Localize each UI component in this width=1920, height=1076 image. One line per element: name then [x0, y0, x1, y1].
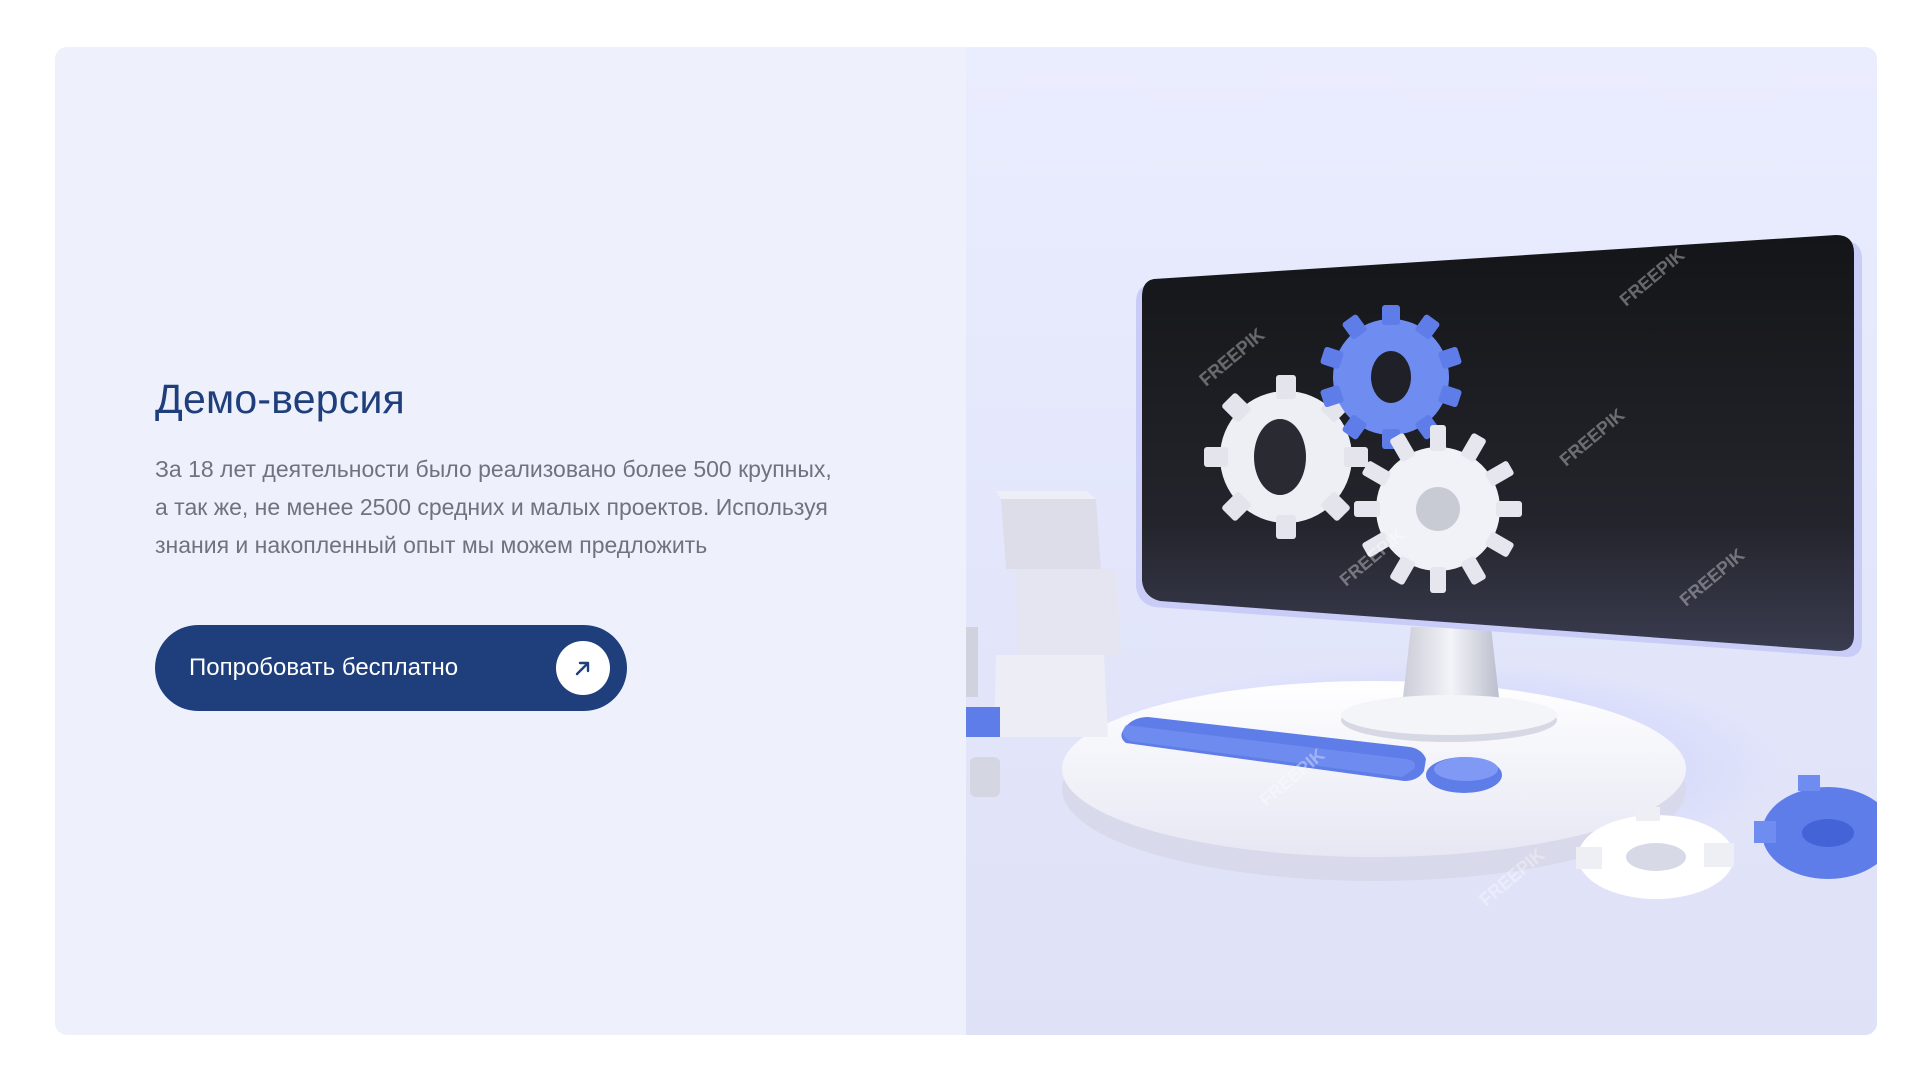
page-title: Демо-версия: [155, 376, 405, 422]
try-free-button[interactable]: Попробовать бесплатно: [155, 625, 627, 711]
arrow-up-right-icon: [556, 641, 610, 695]
demo-card: Демо-версия За 18 лет деятельности было …: [55, 47, 1877, 1035]
try-free-button-label: Попробовать бесплатно: [189, 654, 459, 681]
demo-text-column: Демо-версия За 18 лет деятельности было …: [155, 376, 915, 564]
computer-gears-illustration: FREEPIK FREEPIK FREEPIK FREEPIK FREEPIK …: [966, 47, 1877, 1035]
demo-description: За 18 лет деятельности было реализовано …: [155, 456, 832, 559]
